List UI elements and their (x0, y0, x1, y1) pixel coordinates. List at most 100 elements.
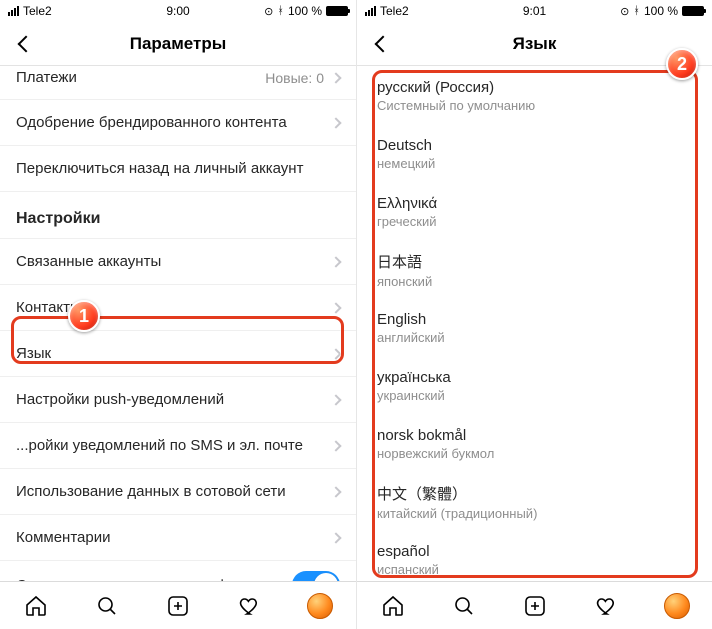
tab-activity[interactable] (593, 593, 619, 619)
row-label: Переключиться назад на личный аккаунт (16, 160, 303, 177)
avatar-icon (307, 593, 333, 619)
language-sub: японский (377, 274, 432, 289)
language-option[interactable]: norsk bokmål норвежский букмол (357, 414, 712, 472)
tab-search[interactable] (94, 593, 120, 619)
chevron-left-icon (18, 35, 35, 52)
tab-profile[interactable] (664, 593, 690, 619)
section-label: Настройки (16, 210, 100, 228)
settings-list[interactable]: Платежи Новые: 0 Одобрение брендированно… (0, 66, 356, 581)
chevron-right-icon (330, 532, 341, 543)
avatar-icon (664, 593, 690, 619)
section-settings: Настройки (0, 192, 356, 239)
row-linked-accounts[interactable]: Связанные аккаунты (0, 239, 356, 285)
chevron-right-icon (330, 394, 341, 405)
language-sub: немецкий (377, 156, 435, 171)
tab-create[interactable] (522, 593, 548, 619)
tab-home[interactable] (380, 593, 406, 619)
language-option[interactable]: Deutsch немецкий (357, 124, 712, 182)
status-bar: Tele2 9:01 ⊙ ᚼ 100 % (357, 0, 712, 22)
row-sms-email-notifications[interactable]: ...ройки уведомлений по SMS и эл. почте (0, 423, 356, 469)
tab-create[interactable] (165, 593, 191, 619)
bluetooth-icon: ᚼ (277, 5, 284, 17)
row-label: Язык (16, 345, 51, 362)
language-name: norsk bokmål (377, 427, 494, 444)
language-option[interactable]: English английский (357, 298, 712, 356)
language-list[interactable]: русский (Россия)Системный по умолчанию D… (357, 66, 712, 581)
row-push-notifications[interactable]: Настройки push-уведомлений (0, 377, 356, 423)
language-option[interactable]: русский (Россия)Системный по умолчанию (357, 66, 712, 124)
language-option[interactable]: українськаукраинский (357, 356, 712, 414)
save-original-toggle[interactable] (292, 571, 340, 581)
battery-percent-label: 100 % (644, 4, 678, 18)
tab-home[interactable] (23, 593, 49, 619)
language-option[interactable]: 日本語 японский (357, 240, 712, 298)
signal-icon (365, 6, 376, 16)
language-name: español (377, 543, 439, 560)
row-comments[interactable]: Комментарии (0, 515, 356, 561)
back-button[interactable] (365, 22, 401, 65)
row-save-original-photos: Сохранять первоначальные фото (0, 561, 356, 581)
back-button[interactable] (8, 22, 44, 65)
row-label: Комментарии (16, 529, 110, 546)
heart-icon (594, 594, 618, 618)
tab-search[interactable] (451, 593, 477, 619)
plus-square-icon (523, 594, 547, 618)
chevron-right-icon (330, 486, 341, 497)
row-switch-personal[interactable]: Переключиться назад на личный аккаунт (0, 146, 356, 192)
annotation-badge-1: 1 (68, 300, 100, 332)
search-icon (95, 594, 119, 618)
language-sub: испанский (377, 562, 439, 577)
bluetooth-icon: ᚼ (633, 5, 640, 17)
language-option[interactable]: español испанский (357, 530, 712, 581)
alarm-icon: ⊙ (264, 5, 273, 18)
nav-header: Параметры (0, 22, 356, 66)
language-sub: Системный по умолчанию (377, 98, 535, 113)
language-sub: греческий (377, 214, 437, 229)
row-cellular-data[interactable]: Использование данных в сотовой сети (0, 469, 356, 515)
language-option[interactable]: Ελληνικά греческий (357, 182, 712, 240)
row-label: Одобрение брендированного контента (16, 114, 287, 131)
row-payments[interactable]: Платежи Новые: 0 (0, 66, 356, 100)
language-name: English (377, 311, 445, 328)
phone-right: Tele2 9:01 ⊙ ᚼ 100 % Язык русский (Росси… (356, 0, 712, 629)
language-sub: норвежский букмол (377, 446, 494, 461)
tab-activity[interactable] (236, 593, 262, 619)
carrier-label: Tele2 (380, 4, 409, 18)
page-title: Параметры (130, 34, 227, 54)
row-label: Сохранять первоначальные фото (16, 577, 251, 582)
language-name: Ελληνικά (377, 195, 437, 212)
language-sub: английский (377, 330, 445, 345)
row-label: Использование данных в сотовой сети (16, 483, 286, 500)
chevron-right-icon (330, 117, 341, 128)
row-contacts[interactable]: Контакты (0, 285, 356, 331)
chevron-right-icon (330, 348, 341, 359)
tab-bar (0, 581, 356, 629)
plus-square-icon (166, 594, 190, 618)
search-icon (452, 594, 476, 618)
phone-left: Tele2 9:00 ⊙ ᚼ 100 % Параметры Платежи Н… (0, 0, 356, 629)
annotation-badge-2: 2 (666, 48, 698, 80)
tab-profile[interactable] (307, 593, 333, 619)
row-label: Настройки push-уведомлений (16, 391, 224, 408)
language-name: Deutsch (377, 137, 435, 154)
page-title: Язык (513, 34, 557, 54)
nav-header: Язык (357, 22, 712, 66)
language-sub: китайский (традиционный) (377, 506, 537, 521)
home-icon (381, 594, 405, 618)
tab-bar (357, 581, 712, 629)
row-label: Связанные аккаунты (16, 253, 161, 270)
chevron-left-icon (375, 35, 392, 52)
row-branded-content[interactable]: Одобрение брендированного контента (0, 100, 356, 146)
row-label: Платежи (16, 69, 77, 86)
language-option[interactable]: 中文（繁體）китайский (традиционный) (357, 472, 712, 530)
signal-icon (8, 6, 19, 16)
badge-number: 1 (79, 306, 89, 327)
row-language[interactable]: Язык (0, 331, 356, 377)
status-bar: Tele2 9:00 ⊙ ᚼ 100 % (0, 0, 356, 22)
language-name: 日本語 (377, 251, 432, 272)
battery-icon (326, 6, 348, 16)
language-name: українська (377, 369, 451, 386)
chevron-right-icon (330, 256, 341, 267)
heart-icon (237, 594, 261, 618)
battery-icon (682, 6, 704, 16)
